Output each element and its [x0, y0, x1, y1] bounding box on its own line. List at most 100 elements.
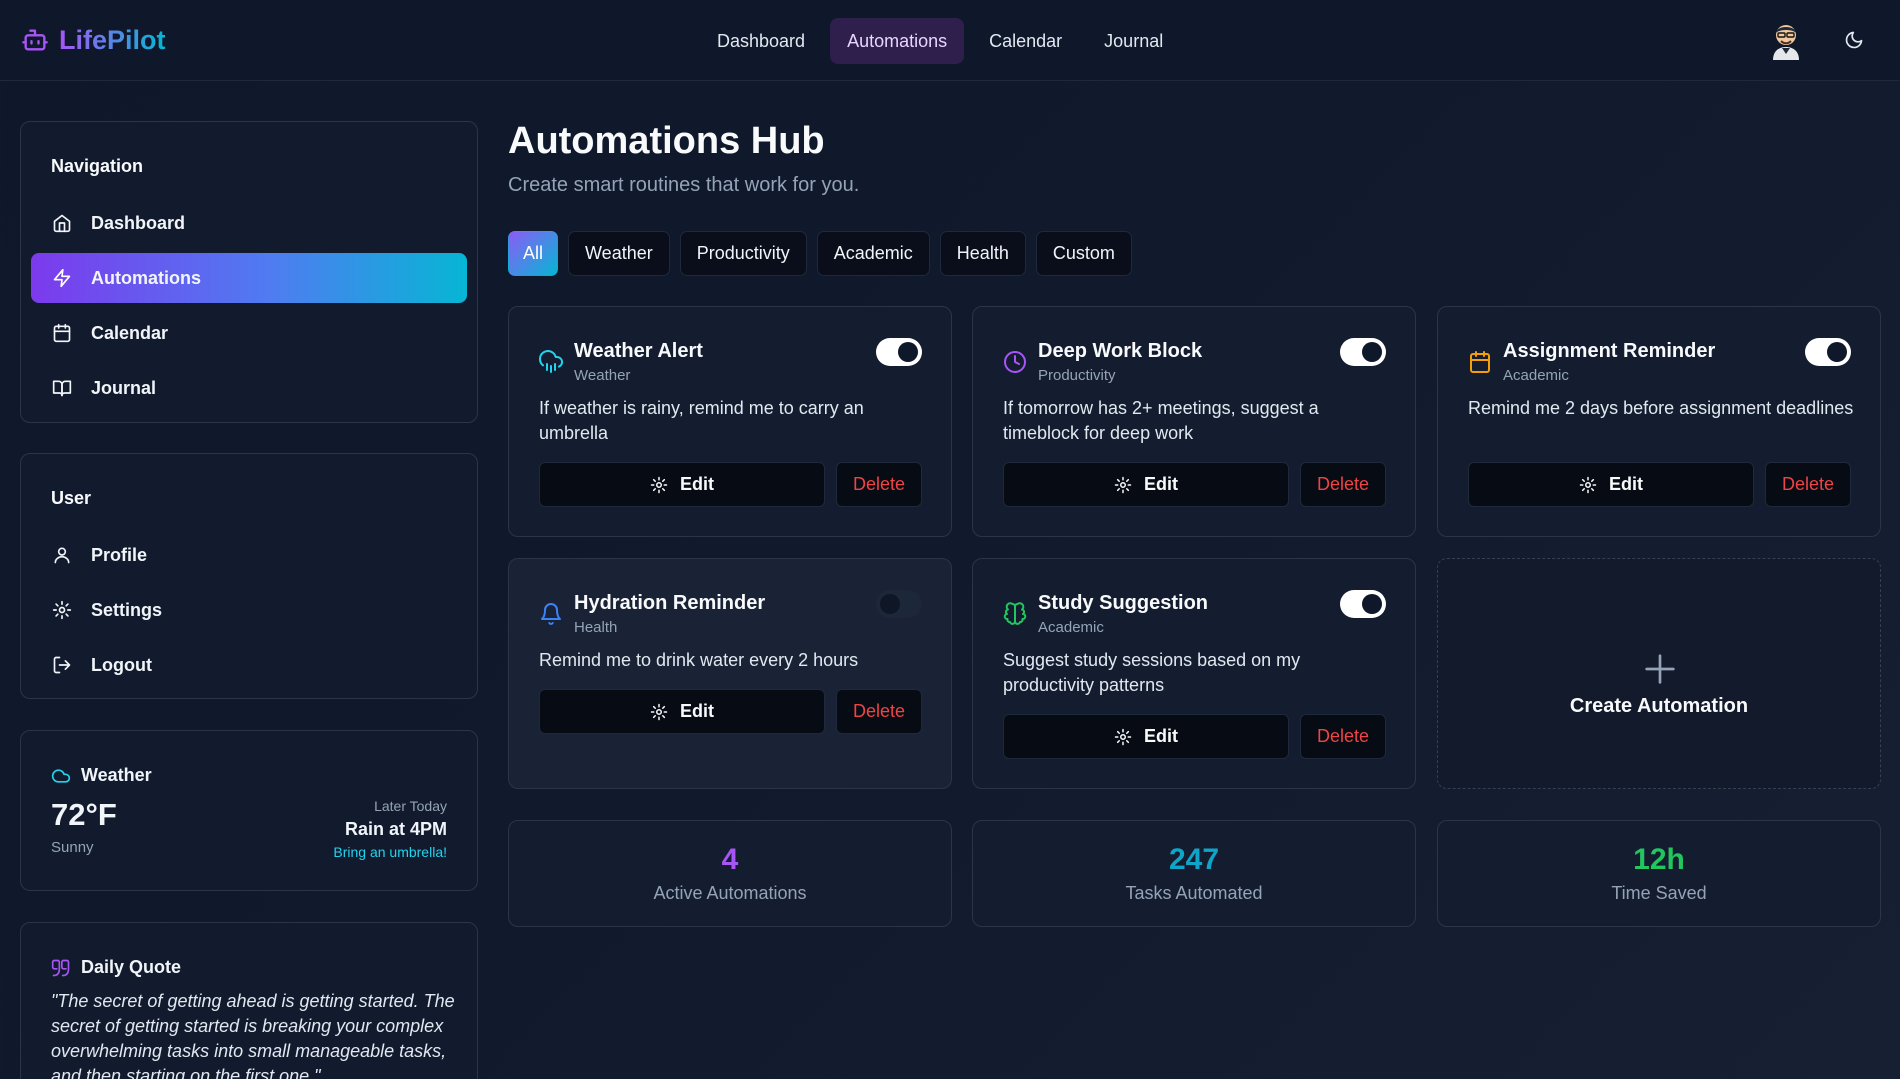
delete-button[interactable]: Delete	[1300, 462, 1386, 507]
avatar[interactable]	[1768, 20, 1804, 60]
edit-label: Edit	[680, 474, 714, 494]
gear-icon	[1114, 476, 1132, 494]
gear-icon	[650, 476, 668, 494]
lightning-icon	[51, 267, 73, 289]
quote-text: "The secret of getting ahead is getting …	[51, 991, 455, 1079]
filter-weather[interactable]: Weather	[568, 231, 670, 276]
card-title: Weather Alert	[574, 340, 703, 362]
stat-label: Tasks Automated	[1125, 883, 1263, 903]
edit-label: Edit	[1609, 474, 1643, 494]
card-title: Study Suggestion	[1038, 592, 1208, 614]
automation-card-weather-alert: Weather Alert Weather If weather is rain…	[508, 306, 952, 537]
sidebar-item-journal[interactable]: Journal	[31, 363, 467, 413]
toggle-knob	[1827, 342, 1847, 362]
sidebar-item-label: Automations	[91, 267, 201, 288]
cloud-icon	[51, 766, 71, 786]
enable-toggle[interactable]	[876, 338, 922, 366]
edit-button[interactable]: Edit	[1003, 714, 1289, 759]
sidebar-item-label: Journal	[91, 377, 157, 398]
enable-toggle[interactable]	[876, 590, 922, 618]
edit-button[interactable]: Edit	[1468, 462, 1754, 507]
stat-time-saved: 12h Time Saved	[1437, 820, 1881, 927]
topnav-journal[interactable]: Journal	[1087, 18, 1180, 64]
stat-label: Time Saved	[1611, 883, 1707, 903]
page-title: Automations Hub	[508, 120, 825, 162]
user-icon	[51, 544, 73, 566]
delete-button[interactable]: Delete	[1300, 714, 1386, 759]
sidebar-item-dashboard[interactable]: Dashboard	[31, 198, 467, 248]
gear-icon	[1579, 476, 1597, 494]
enable-toggle[interactable]	[1340, 338, 1386, 366]
sidebar-item-label: Calendar	[91, 322, 169, 343]
filter-custom[interactable]: Custom	[1035, 231, 1132, 276]
gear-icon	[51, 599, 73, 621]
robot-icon	[21, 26, 49, 54]
edit-button[interactable]: Edit	[1003, 462, 1289, 507]
page-subtitle: Create smart routines that work for you.	[508, 174, 860, 196]
stat-label: Active Automations	[653, 883, 807, 903]
weather-temperature: 72°F	[51, 797, 117, 832]
automation-card-study-suggestion: Study Suggestion Academic Suggest study …	[972, 558, 1416, 789]
toggle-knob	[1362, 342, 1382, 362]
sidebar-item-label: Logout	[91, 654, 152, 675]
gear-icon	[1114, 728, 1132, 746]
card-category: Weather	[574, 367, 631, 384]
sidebar-item-label: Settings	[91, 599, 163, 620]
topnav-calendar[interactable]: Calendar	[972, 18, 1079, 64]
weather-widget: Weather 72°F Sunny Later Today Rain at 4…	[20, 730, 478, 891]
filter-all[interactable]: All	[508, 231, 559, 276]
sidebar-item-logout[interactable]: Logout	[31, 640, 467, 690]
create-automation-card[interactable]: Create Automation	[1437, 558, 1881, 789]
sidebar-item-label: Profile	[91, 544, 148, 565]
clock-icon	[1003, 350, 1027, 374]
sidebar-item-settings[interactable]: Settings	[31, 585, 467, 635]
card-category: Health	[574, 619, 618, 636]
calendar-icon	[51, 322, 73, 344]
sidebar-navigation-panel: Navigation Dashboard Automations Calenda…	[20, 121, 478, 423]
enable-toggle[interactable]	[1805, 338, 1851, 366]
quote-title: Daily Quote	[81, 957, 182, 977]
toggle-knob	[1362, 594, 1382, 614]
gear-icon	[650, 703, 668, 721]
topnav-dashboard[interactable]: Dashboard	[700, 18, 822, 64]
sidebar-item-calendar[interactable]: Calendar	[31, 308, 467, 358]
create-automation-label: Create Automation	[1569, 695, 1749, 717]
card-description: If weather is rainy, remind me to carry …	[539, 398, 864, 443]
card-category: Productivity	[1038, 367, 1116, 384]
sidebar-user-panel: User Profile Settings Logout	[20, 453, 478, 699]
brand-logo[interactable]: LifePilot	[21, 22, 166, 58]
filter-productivity[interactable]: Productivity	[679, 231, 807, 276]
weather-header: Weather	[51, 765, 152, 786]
card-title: Assignment Reminder	[1503, 340, 1716, 362]
edit-button[interactable]: Edit	[539, 689, 825, 734]
stat-tasks-automated: 247 Tasks Automated	[972, 820, 1416, 927]
sidebar-item-profile[interactable]: Profile	[31, 530, 467, 580]
panel-title: Navigation	[51, 156, 144, 176]
stat-value: 247	[1168, 843, 1220, 876]
weather-later-label: Later Today	[374, 798, 447, 814]
card-description: Remind me 2 days before assignment deadl…	[1468, 398, 1854, 418]
card-title: Deep Work Block	[1038, 340, 1203, 362]
delete-button[interactable]: Delete	[836, 689, 922, 734]
card-description: If tomorrow has 2+ meetings, suggest a t…	[1003, 398, 1319, 443]
plus-icon	[1640, 649, 1680, 689]
delete-button[interactable]: Delete	[836, 462, 922, 507]
app-name: LifePilot	[59, 22, 166, 58]
quote-header: Daily Quote	[51, 957, 181, 978]
enable-toggle[interactable]	[1340, 590, 1386, 618]
theme-toggle-button[interactable]	[1840, 26, 1868, 54]
delete-button[interactable]: Delete	[1765, 462, 1851, 507]
weather-tip: Bring an umbrella!	[333, 844, 447, 860]
edit-label: Edit	[680, 701, 714, 721]
card-title: Hydration Reminder	[574, 592, 766, 614]
filter-academic[interactable]: Academic	[816, 231, 930, 276]
filter-health[interactable]: Health	[939, 231, 1026, 276]
top-navigation: Dashboard Automations Calendar Journal	[700, 18, 1180, 64]
weather-title: Weather	[81, 765, 152, 785]
edit-button[interactable]: Edit	[539, 462, 825, 507]
panel-title: User	[51, 488, 92, 508]
card-description: Suggest study sessions based on my produ…	[1003, 650, 1301, 695]
cloud-rain-icon	[539, 350, 563, 374]
topnav-automations[interactable]: Automations	[830, 18, 965, 64]
sidebar-item-automations[interactable]: Automations	[31, 253, 467, 303]
